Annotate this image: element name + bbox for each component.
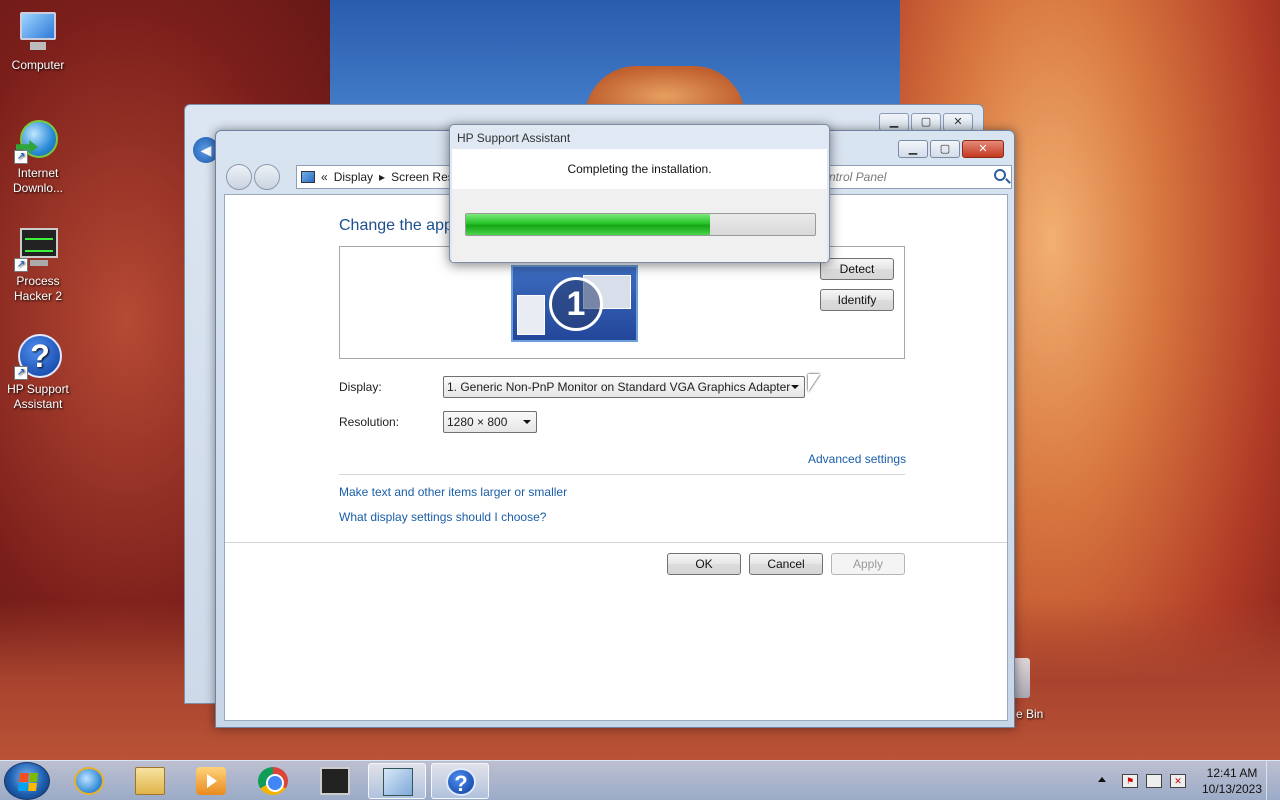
dialog-title: HP Support Assistant	[457, 131, 571, 145]
resolution-label: Resolution:	[339, 415, 400, 429]
desktop-icon-label: Internet Downlo...	[12, 166, 64, 195]
hp-support-assistant-icon: ? ↗	[14, 332, 62, 380]
folder-icon	[135, 767, 165, 795]
taskbar-process-hacker[interactable]	[306, 763, 364, 799]
progress-fill	[466, 214, 711, 235]
hp-support-icon: ?	[446, 768, 476, 796]
display-select-value: 1. Generic Non-PnP Monitor on Standard V…	[447, 380, 791, 394]
content-pane: Change the appe 1 Detect Identify Displa…	[224, 194, 1008, 721]
detect-button[interactable]: Detect	[820, 258, 894, 280]
show-hidden-icons-icon[interactable]	[1098, 777, 1106, 782]
desktop-icon-label: Process Hacker 2	[13, 274, 63, 303]
dialog-message: Completing the installation.	[452, 149, 827, 189]
control-panel-icon	[301, 171, 315, 183]
desktop-icon-internet-download[interactable]: ↗ Internet Downlo...	[0, 116, 76, 196]
display-settings-help-link[interactable]: What display settings should I choose?	[339, 510, 546, 524]
breadcrumb-screen-resolution[interactable]: Screen Res	[391, 170, 454, 184]
close-button[interactable]: ✕	[943, 113, 973, 131]
hp-support-assistant-dialog[interactable]: HP Support Assistant Completing the inst…	[449, 124, 830, 263]
ok-button[interactable]: OK	[667, 553, 741, 575]
windows-logo-icon	[18, 773, 38, 791]
resolution-select[interactable]: 1280 × 800	[443, 411, 537, 433]
display-select[interactable]: 1. Generic Non-PnP Monitor on Standard V…	[443, 376, 805, 398]
minimize-button[interactable]: ▁	[898, 140, 928, 158]
chevron-down-icon	[523, 420, 531, 424]
show-desktop-button[interactable]	[1266, 761, 1280, 800]
breadcrumb-chevrons[interactable]: «	[321, 170, 328, 184]
action-center-flag-icon[interactable]: ⚑	[1122, 774, 1138, 788]
computer-icon	[14, 8, 62, 56]
desktop-icon-computer[interactable]: Computer	[0, 8, 76, 73]
chrome-icon	[258, 767, 288, 795]
close-button[interactable]: ✕	[962, 140, 1004, 158]
desktop-icon-label: Computer	[11, 58, 65, 72]
taskbar-media-player[interactable]	[182, 763, 240, 799]
breadcrumb-separator[interactable]: ▸	[379, 170, 385, 184]
control-panel-icon	[383, 768, 413, 796]
text-size-link[interactable]: Make text and other items larger or smal…	[339, 485, 567, 499]
search-placeholder: ntrol Panel	[829, 170, 887, 184]
process-hacker-icon	[320, 767, 350, 795]
mouse-cursor-icon	[808, 374, 820, 392]
forward-button[interactable]	[254, 164, 280, 190]
divider	[339, 474, 905, 475]
apply-button[interactable]: Apply	[831, 553, 905, 575]
breadcrumb-display[interactable]: Display	[334, 170, 373, 184]
taskbar-control-panel[interactable]	[368, 763, 426, 799]
recycle-bin-icon[interactable]	[1014, 658, 1030, 698]
installation-progress-bar	[465, 213, 816, 236]
maximize-button[interactable]: ▢	[911, 113, 941, 131]
taskbar-explorer[interactable]	[121, 763, 179, 799]
resolution-select-value: 1280 × 800	[447, 415, 508, 429]
process-hacker-icon: ↗	[14, 224, 62, 272]
page-title: Change the appe	[339, 217, 462, 234]
network-icon[interactable]	[1146, 774, 1162, 788]
clock-date: 10/13/2023	[1201, 782, 1263, 796]
display-label: Display:	[339, 380, 382, 394]
taskbar-internet-explorer[interactable]	[60, 763, 118, 799]
start-button[interactable]	[4, 762, 50, 800]
monitor-1-thumbnail[interactable]: 1	[511, 265, 638, 342]
taskbar-chrome[interactable]	[244, 763, 302, 799]
clock[interactable]: 12:41 AM 10/13/2023	[1190, 765, 1274, 797]
taskbar-hp-support[interactable]: ?	[431, 763, 489, 799]
monitor-number: 1	[549, 277, 603, 331]
media-player-icon	[196, 767, 226, 795]
back-button[interactable]	[226, 164, 252, 190]
taskbar: ? ⚑ ✕ 12:41 AM 10/13/2023	[0, 760, 1280, 800]
chevron-down-icon	[791, 385, 799, 389]
volume-muted-icon[interactable]: ✕	[1170, 774, 1186, 788]
system-tray: ⚑ ✕ 12:41 AM 10/13/2023	[1040, 761, 1280, 800]
advanced-settings-link[interactable]: Advanced settings	[808, 452, 906, 466]
clock-time: 12:41 AM	[1206, 766, 1258, 780]
maximize-button[interactable]: ▢	[930, 140, 960, 158]
divider	[225, 542, 1007, 543]
identify-button[interactable]: Identify	[820, 289, 894, 311]
desktop-icon-label: HP Support Assistant	[7, 382, 69, 411]
desktop-icon-process-hacker[interactable]: ↗ Process Hacker 2	[0, 224, 76, 304]
internet-explorer-icon	[74, 767, 104, 795]
search-input[interactable]: ntrol Panel	[822, 165, 1012, 189]
internet-download-manager-icon: ↗	[14, 116, 62, 164]
cancel-button[interactable]: Cancel	[749, 553, 823, 575]
search-icon[interactable]	[994, 169, 1006, 181]
desktop-icon-hp-support[interactable]: ? ↗ HP Support Assistant	[0, 332, 76, 412]
dialog-progress-area	[452, 189, 827, 262]
minimize-button[interactable]: ▁	[879, 113, 909, 131]
recycle-bin-label: e Bin	[1016, 707, 1044, 721]
